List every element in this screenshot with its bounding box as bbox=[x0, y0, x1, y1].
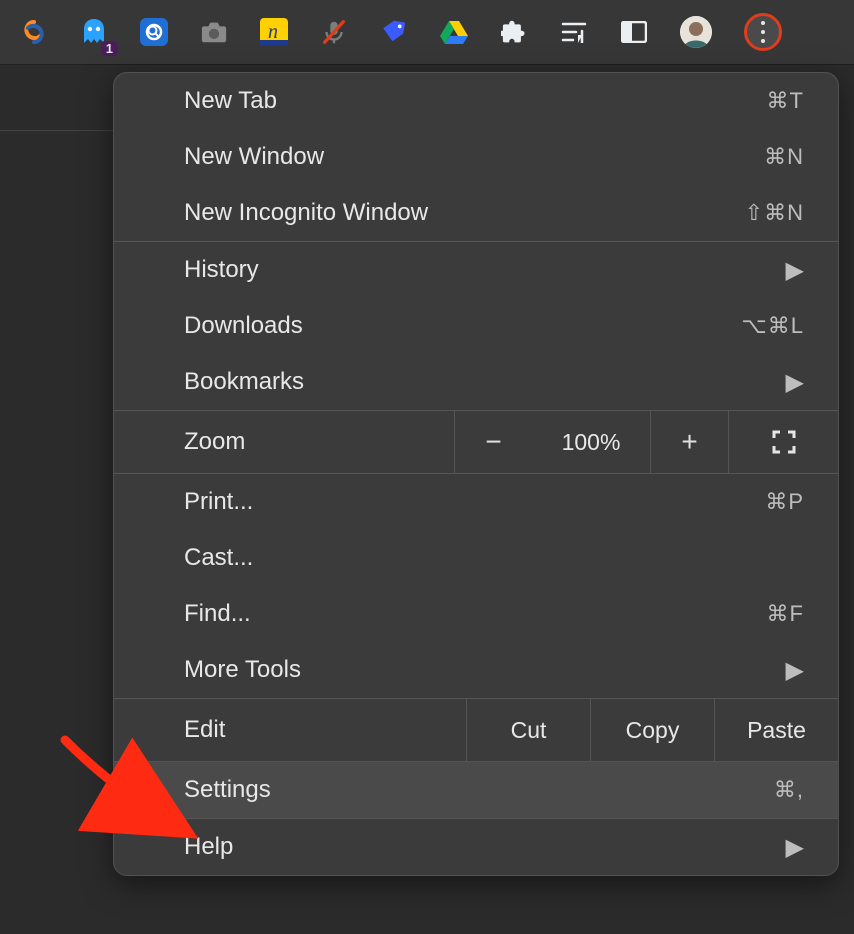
menu-label: More Tools bbox=[184, 656, 786, 684]
menu-print[interactable]: Print... ⌘P bbox=[114, 474, 838, 530]
menu-label: Bookmarks bbox=[184, 368, 786, 396]
menu-label: Print... bbox=[184, 488, 765, 516]
menu-shortcut: ⌘F bbox=[767, 601, 804, 627]
chevron-right-icon: ▶ bbox=[786, 256, 804, 285]
menu-bookmarks[interactable]: Bookmarks ▶ bbox=[114, 354, 838, 410]
menu-label: Zoom bbox=[114, 428, 454, 456]
tag-extension-icon[interactable] bbox=[380, 18, 408, 46]
menu-shortcut: ⌘P bbox=[765, 489, 804, 515]
menu-label: Settings bbox=[184, 776, 774, 804]
sidepanel-icon[interactable] bbox=[620, 18, 648, 46]
background-divider bbox=[0, 130, 115, 131]
menu-more-tools[interactable]: More Tools ▶ bbox=[114, 642, 838, 698]
menu-history[interactable]: History ▶ bbox=[114, 242, 838, 298]
menu-find[interactable]: Find... ⌘F bbox=[114, 586, 838, 642]
menu-label: History bbox=[184, 256, 786, 284]
menu-help[interactable]: Help ▶ bbox=[114, 819, 838, 875]
browser-toolbar: 1 n bbox=[0, 0, 854, 65]
extensions-puzzle-icon[interactable] bbox=[500, 18, 528, 46]
menu-settings[interactable]: Settings ⌘, bbox=[114, 762, 838, 818]
chevron-right-icon: ▶ bbox=[786, 656, 804, 685]
menu-shortcut: ⌘N bbox=[764, 144, 804, 170]
zoom-level: 100% bbox=[532, 411, 650, 473]
menu-cast[interactable]: Cast... bbox=[114, 530, 838, 586]
menu-edit-row: Edit Cut Copy Paste bbox=[114, 698, 838, 762]
menu-shortcut: ⇧⌘N bbox=[745, 200, 804, 226]
menu-zoom-row: Zoom − 100% + bbox=[114, 410, 838, 474]
menu-new-incognito[interactable]: New Incognito Window ⇧⌘N bbox=[114, 185, 838, 241]
extension-badge: 1 bbox=[101, 41, 118, 56]
chevron-right-icon: ▶ bbox=[786, 368, 804, 397]
edit-copy-button[interactable]: Copy bbox=[590, 699, 714, 761]
edit-paste-button[interactable]: Paste bbox=[714, 699, 838, 761]
menu-label: Edit bbox=[114, 716, 466, 744]
edit-cut-button[interactable]: Cut bbox=[466, 699, 590, 761]
chevron-right-icon: ▶ bbox=[786, 833, 804, 862]
menu-shortcut: ⌥⌘L bbox=[741, 313, 804, 339]
profile-avatar[interactable] bbox=[680, 16, 712, 48]
more-menu-button[interactable] bbox=[744, 13, 782, 51]
menu-label: Downloads bbox=[184, 312, 741, 340]
svg-text:n: n bbox=[268, 21, 278, 43]
plus-icon: + bbox=[681, 426, 697, 458]
media-control-icon[interactable] bbox=[560, 18, 588, 46]
search-extension-icon[interactable] bbox=[140, 18, 168, 46]
fullscreen-button[interactable] bbox=[728, 411, 838, 473]
menu-shortcut: ⌘T bbox=[767, 88, 804, 114]
menu-label: New Tab bbox=[184, 87, 767, 115]
menu-label: Cast... bbox=[184, 544, 804, 572]
menu-label: Find... bbox=[184, 600, 767, 628]
menu-label: Help bbox=[184, 833, 786, 861]
zoom-out-button[interactable]: − bbox=[454, 411, 532, 473]
google-drive-icon[interactable] bbox=[440, 18, 468, 46]
fullscreen-icon bbox=[772, 430, 796, 454]
menu-label: New Window bbox=[184, 143, 764, 171]
menu-label: New Incognito Window bbox=[184, 199, 745, 227]
menu-new-tab[interactable]: New Tab ⌘T bbox=[114, 73, 838, 129]
similarweb-icon[interactable] bbox=[20, 18, 48, 46]
menu-new-window[interactable]: New Window ⌘N bbox=[114, 129, 838, 185]
ghostery-icon[interactable]: 1 bbox=[80, 18, 108, 46]
more-vertical-icon bbox=[761, 21, 765, 43]
notes-extension-icon[interactable]: n bbox=[260, 18, 288, 46]
zoom-in-button[interactable]: + bbox=[650, 411, 728, 473]
menu-shortcut: ⌘, bbox=[774, 777, 804, 803]
menu-downloads[interactable]: Downloads ⌥⌘L bbox=[114, 298, 838, 354]
chrome-main-menu: New Tab ⌘T New Window ⌘N New Incognito W… bbox=[113, 72, 839, 876]
camera-icon[interactable] bbox=[200, 18, 228, 46]
mic-muted-icon[interactable] bbox=[320, 18, 348, 46]
minus-icon: − bbox=[485, 426, 501, 458]
